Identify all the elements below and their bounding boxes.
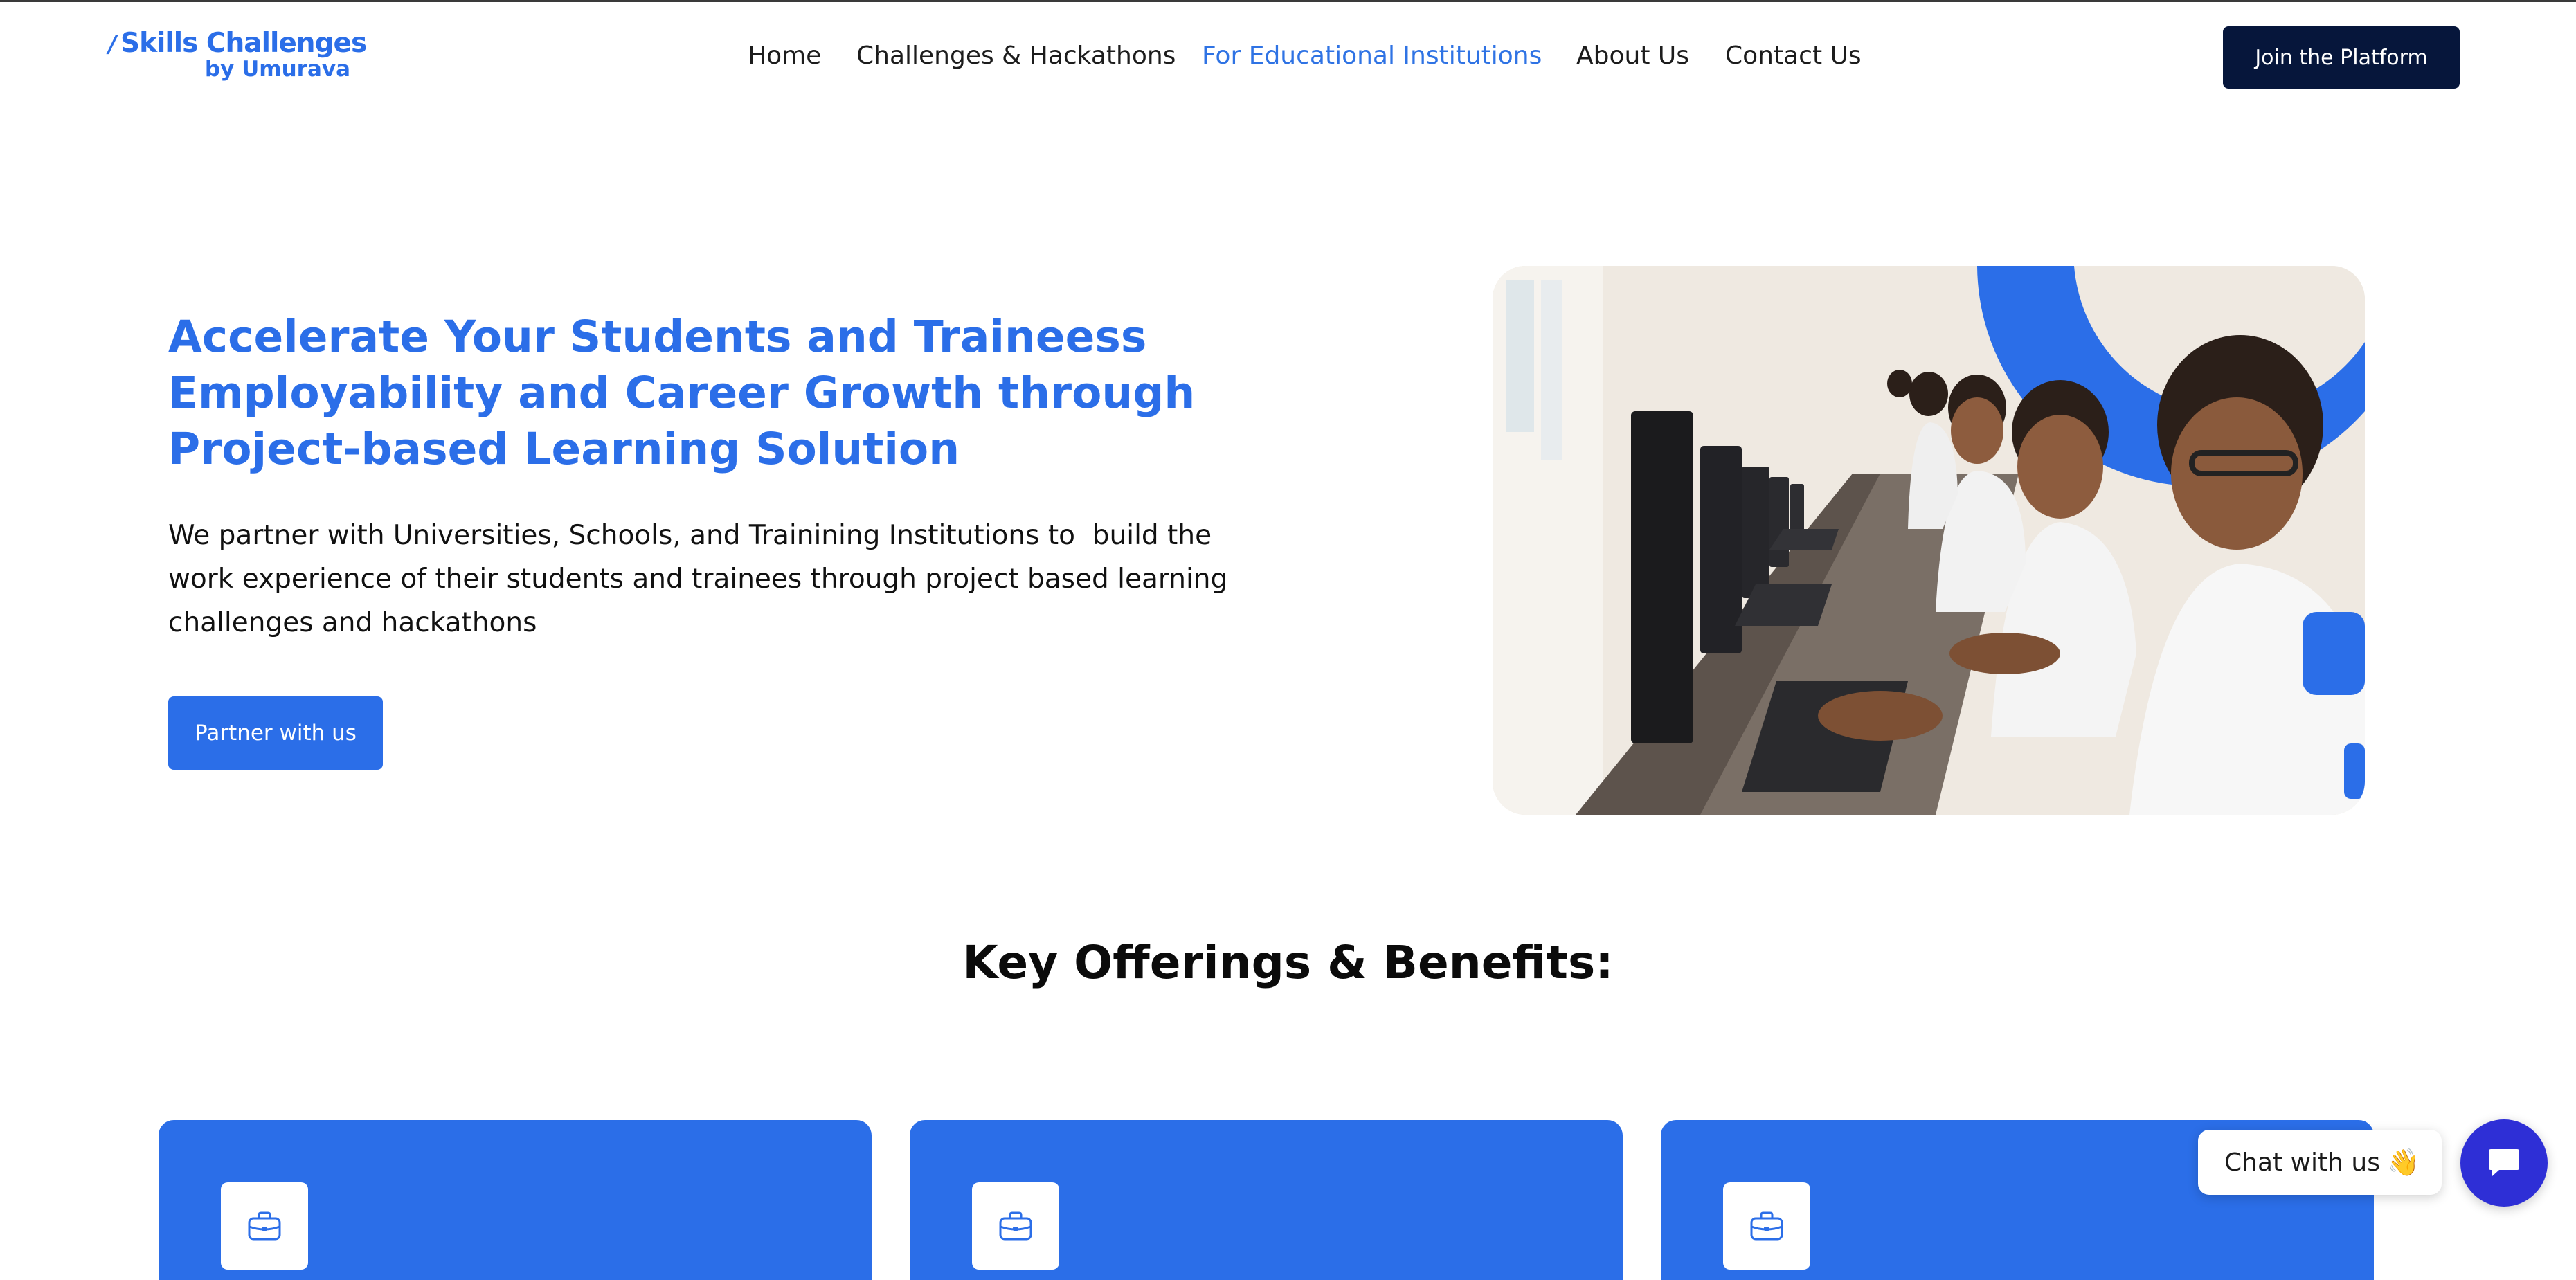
join-platform-button[interactable]: Join the Platform: [2223, 26, 2460, 89]
logo[interactable]: / Skills Challenges by Umurava: [105, 28, 368, 90]
chat-icon: [2489, 1149, 2519, 1176]
hero-description-line: work experience of their students and tr…: [168, 564, 1228, 595]
briefcase-icon: [248, 1211, 281, 1241]
offerings-title: Key Offerings & Benefits:: [962, 936, 1614, 989]
offering-card-icon-box: [1723, 1182, 1810, 1270]
offering-card: [910, 1120, 1623, 1280]
hero-description: We partner with Universities, Schools, a…: [168, 514, 1290, 644]
nav-about-us[interactable]: About Us: [1576, 42, 1689, 70]
hero-description-line: challenges and hackathons: [168, 607, 537, 638]
partner-with-us-button[interactable]: Partner with us: [168, 696, 383, 770]
hero-title-line: Project-based Learning Solution: [168, 424, 960, 474]
students-at-computers-illustration: [1493, 266, 2365, 815]
hero-title: Accelerate Your Students and Traineess E…: [168, 309, 1207, 477]
nav-contact-us[interactable]: Contact Us: [1725, 42, 1862, 70]
offering-card-icon-box: [972, 1182, 1059, 1270]
hero-title-line: Employability and Career Growth through: [168, 368, 1196, 418]
nav-challenges-hackathons[interactable]: Challenges & Hackathons: [856, 42, 1176, 70]
hero-title-line: Accelerate Your Students and Traineess: [168, 312, 1147, 362]
logo-title: Skills Challenges: [120, 28, 367, 59]
chat-label: Chat with us: [2224, 1148, 2380, 1177]
logo-subtitle: by Umurava: [204, 57, 350, 82]
nav-educational-institutions[interactable]: For Educational Institutions: [1202, 42, 1542, 70]
hero-description-line: We partner with Universities, Schools, a…: [168, 520, 1212, 551]
chat-open-button[interactable]: [2460, 1119, 2548, 1207]
briefcase-icon: [1750, 1211, 1783, 1241]
nav-home[interactable]: Home: [748, 42, 821, 70]
chat-with-us-bubble[interactable]: Chat with us 👋: [2198, 1130, 2442, 1195]
briefcase-icon: [999, 1211, 1032, 1241]
offering-card-icon-box: [221, 1182, 308, 1270]
waving-hand-icon: 👋: [2386, 1146, 2420, 1178]
hero-image: [1493, 266, 2365, 815]
offering-card: [159, 1120, 872, 1280]
top-border: [0, 0, 2576, 2]
logo-slash-mark: /: [105, 30, 119, 58]
